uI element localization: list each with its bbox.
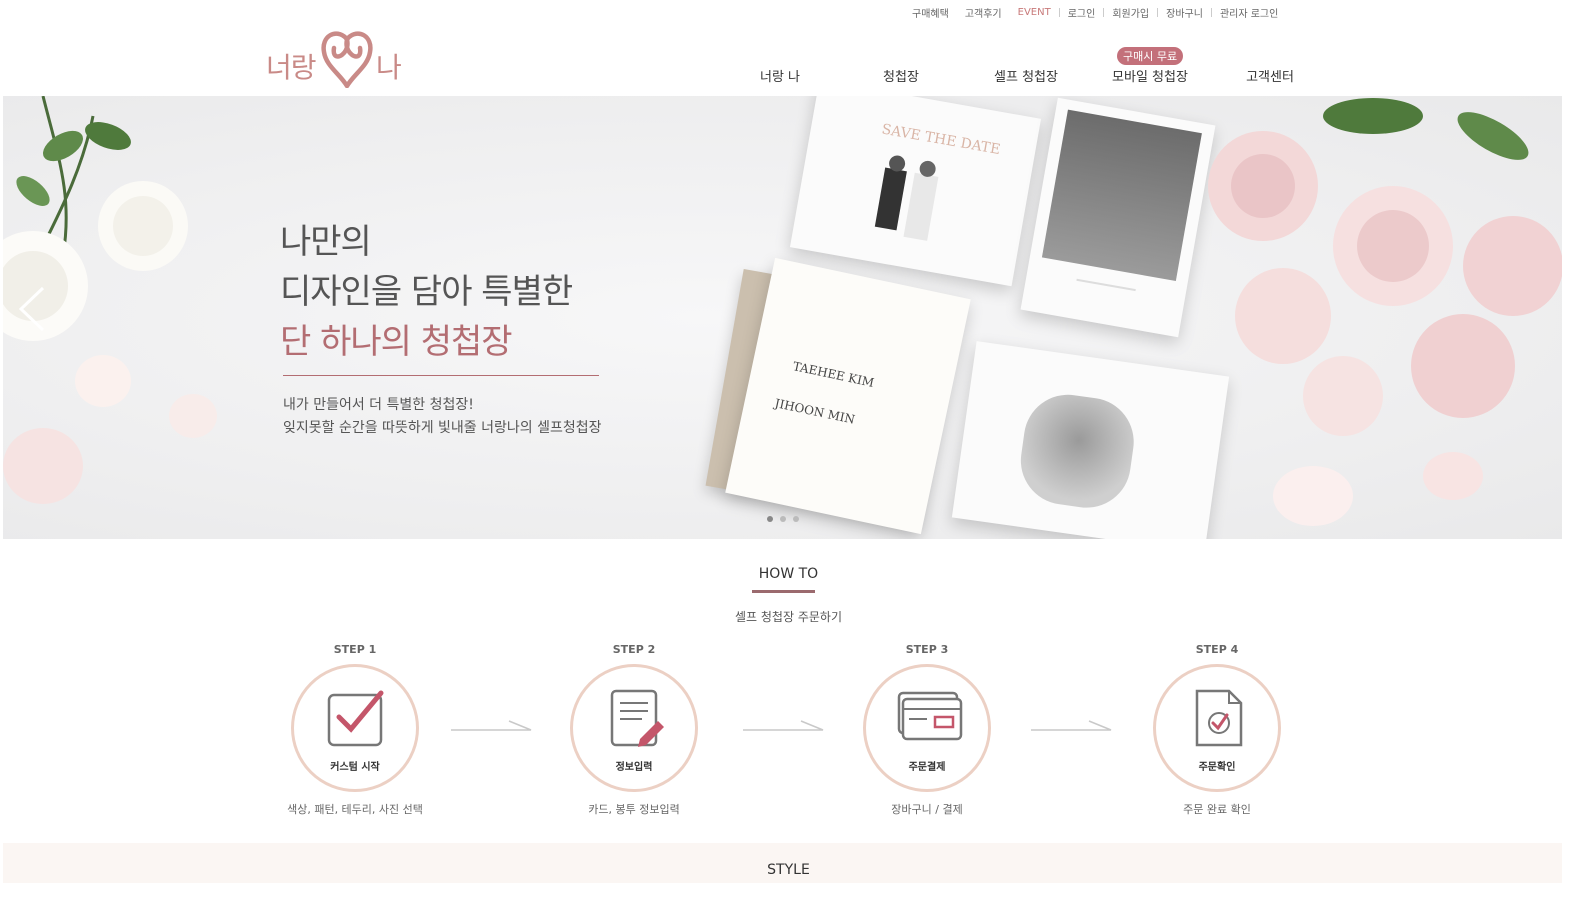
site-logo[interactable]: 너랑 나 — [266, 20, 408, 88]
step-3: STEP 3 주문결제 장바구니 / 결제 — [827, 643, 1027, 817]
step-3-label: STEP 3 — [905, 643, 949, 656]
step-1-circle: 커스텀 시작 — [291, 664, 419, 792]
roses-right-image — [1208, 98, 1562, 526]
arrow-right-icon — [451, 720, 532, 731]
arrow-right-icon — [743, 720, 824, 731]
slide-dot-3[interactable] — [793, 516, 799, 522]
step-2-circle: 정보입력 — [570, 664, 698, 792]
util-benefits-link[interactable]: 구매혜택 — [904, 5, 957, 20]
util-reviews-link[interactable]: 고객후기 — [957, 5, 1010, 20]
hero-headline-2: 디자인을 담아 특별한 — [280, 272, 573, 312]
step-4-desc: 주문 완료 확인 — [1183, 803, 1251, 816]
step-3-name: 주문결제 — [908, 762, 946, 773]
logo-text-left: 너랑 — [266, 51, 317, 84]
photo-card — [951, 341, 1230, 539]
heart-ribbon-icon — [321, 31, 373, 88]
util-signup-link[interactable]: 회원가입 — [1104, 5, 1157, 20]
util-event-link[interactable]: EVENT — [1010, 7, 1059, 18]
step-2-desc: 카드, 봉투 정보입력 — [588, 803, 680, 816]
nav-item-mobile-invitation[interactable]: 모바일 청첩장 — [1112, 66, 1188, 85]
step-4-circle: 주문확인 — [1153, 664, 1281, 792]
hero-headline-3: 단 하나의 청첩장 — [280, 322, 513, 362]
step-1-name: 커스텀 시작 — [330, 762, 380, 773]
step-4-label: STEP 4 — [1195, 643, 1239, 656]
step-1-label: STEP 1 — [333, 643, 377, 656]
hero-headline-1: 나만의 — [280, 222, 372, 262]
document-edit-icon — [610, 689, 664, 747]
step-3-circle: 주문결제 — [863, 664, 991, 792]
step-4: STEP 4 주문확인 주문 완료 확인 — [1117, 643, 1317, 817]
hero-subtext-2: 잊지못할 순간을 따뜻하게 빛내줄 너랑나의 셀프청첩장 — [283, 420, 602, 436]
portrait-caption-line — [1076, 278, 1136, 292]
hero-banner: 나만의 디자인을 담아 특별한 단 하나의 청첩장 내가 만들어서 더 특별한 … — [3, 96, 1562, 539]
util-login-link[interactable]: 로그인 — [1060, 5, 1104, 20]
couple-photo-image — [874, 155, 939, 241]
howto-underline — [752, 590, 815, 593]
credit-card-icon — [897, 691, 963, 741]
nav-item-customer-center[interactable]: 고객센터 — [1246, 66, 1294, 85]
util-admin-login-link[interactable]: 관리자 로그인 — [1212, 5, 1286, 20]
style-title: STYLE — [767, 862, 810, 878]
step-1-desc: 색상, 패턴, 테두리, 사진 선택 — [287, 803, 423, 816]
checkbox-icon — [327, 690, 384, 747]
main-nav: 너랑 나 청첩장 셀프 청첩장 모바일 청첩장 고객센터 — [740, 66, 1320, 88]
name-card-groom: JIHOON MIN — [773, 396, 857, 427]
util-cart-link[interactable]: 장바구니 — [1158, 5, 1211, 20]
step-2-name: 정보입력 — [615, 762, 653, 773]
photo-card-image — [1015, 389, 1140, 514]
nav-item-about[interactable]: 너랑 나 — [760, 66, 800, 85]
utility-menu: 구매혜택 고객후기 EVENT 로그인 회원가입 장바구니 관리자 로그인 — [904, 4, 1286, 20]
arrow-right-icon — [1031, 720, 1112, 731]
order-check-icon — [1195, 689, 1243, 747]
slide-pagination — [767, 516, 799, 522]
step-1: STEP 1 커스텀 시작 색상, 패턴, 테두리, 사진 선택 — [255, 643, 455, 817]
howto-title: HOW TO — [758, 566, 819, 582]
step-3-desc: 장바구니 / 결제 — [891, 803, 963, 816]
howto-subtitle: 셀프 청첩장 주문하기 — [735, 610, 842, 624]
hero-subtext-1: 내가 만들어서 더 특별한 청첩장! — [283, 397, 474, 413]
nav-item-self-invitation[interactable]: 셀프 청첩장 — [994, 66, 1058, 85]
slide-dot-2[interactable] — [780, 516, 786, 522]
nav-item-invitation[interactable]: 청첩장 — [883, 66, 919, 85]
slide-dot-1[interactable] — [767, 516, 773, 522]
portrait-photo-image — [1041, 109, 1202, 282]
step-2: STEP 2 정보입력 카드, 봉투 정보입력 — [534, 643, 734, 817]
chevron-left-icon[interactable] — [17, 286, 47, 332]
name-card-bride: TAEHEE KIM — [791, 359, 876, 390]
logo-text-right: 나 — [376, 51, 402, 84]
hero-divider — [283, 375, 599, 376]
free-badge: 구매시 무료 — [1117, 47, 1184, 65]
step-4-name: 주문확인 — [1198, 762, 1236, 773]
step-2-label: STEP 2 — [612, 643, 656, 656]
